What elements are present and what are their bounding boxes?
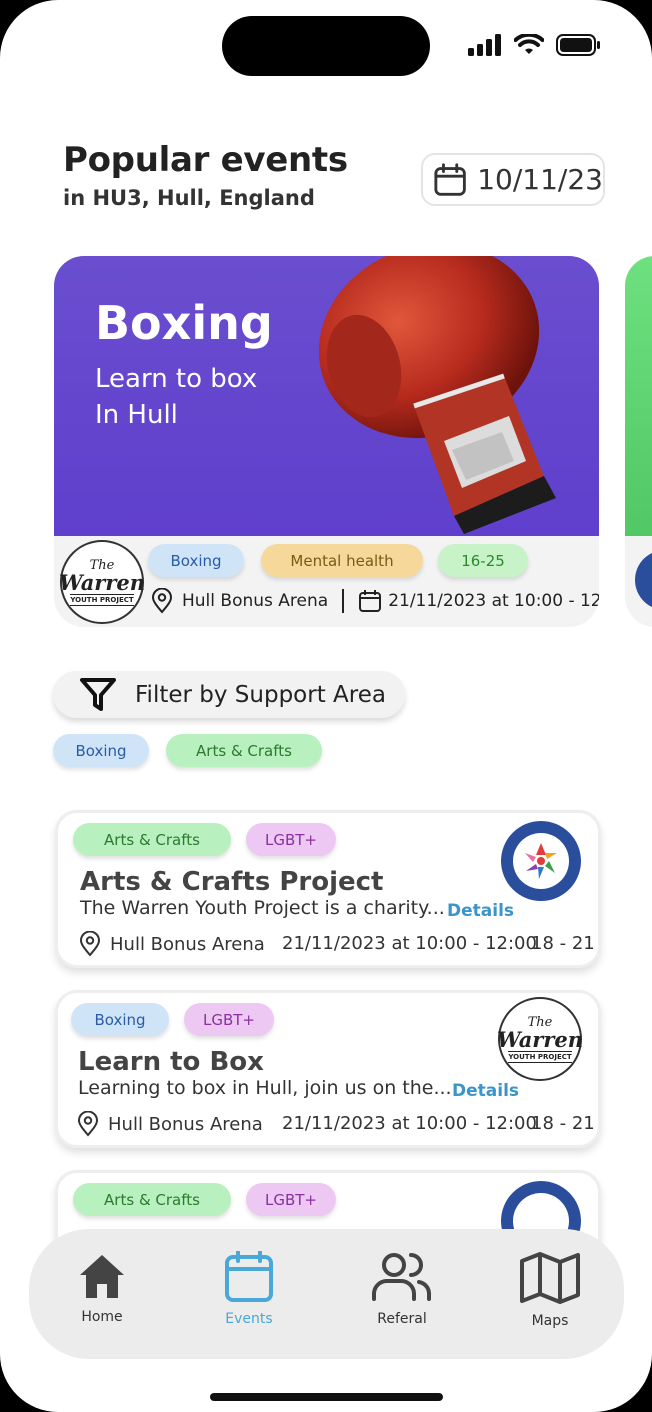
home-icon	[80, 1255, 124, 1298]
phone-screen: Popular events in HU3, Hull, England 10/…	[0, 0, 652, 1412]
status-bar	[468, 34, 602, 56]
tag-boxing[interactable]: Boxing	[148, 544, 244, 577]
event-age-range: 18 - 21	[531, 1113, 595, 1134]
calendar-small-icon	[359, 590, 382, 612]
peel-logo-people-icon	[525, 843, 557, 879]
event-location: Hull Bonus Arena	[78, 931, 265, 957]
event-description: Learning to box in Hull, join us on the.…	[78, 1077, 452, 1099]
filter-icon	[80, 677, 116, 711]
event-location: Hull Bonus Arena	[76, 1111, 263, 1137]
event-card[interactable]: Boxing LGBT+ Learn to Box Learning to bo…	[55, 990, 601, 1148]
tag-arts-crafts[interactable]: Arts & Crafts	[73, 823, 231, 856]
nav-maps[interactable]: Maps	[495, 1251, 605, 1329]
location-pin-icon	[79, 931, 101, 957]
tag-age-range[interactable]: 16-25	[438, 544, 528, 577]
filter-by-support-area-button[interactable]: Filter by Support Area	[53, 671, 405, 718]
filter-label: Filter by Support Area	[135, 681, 386, 708]
wifi-icon	[514, 34, 544, 54]
event-title: Learn to Box	[78, 1047, 264, 1077]
nav-home[interactable]: Home	[47, 1251, 157, 1325]
tag-lgbt[interactable]: LGBT+	[184, 1003, 274, 1036]
filter-chip-boxing[interactable]: Boxing	[53, 734, 149, 767]
next-featured-card-peek[interactable]	[625, 256, 652, 627]
event-age-range: 18 - 21	[531, 933, 595, 954]
location-pin-icon	[151, 588, 173, 614]
page-title: Popular events	[63, 140, 348, 180]
warren-youth-project-logo: The Warren YOUTH PROJECT	[497, 997, 583, 1081]
peel-project-logo	[501, 821, 581, 901]
details-link[interactable]: Details	[447, 901, 514, 921]
battery-icon	[556, 34, 600, 56]
calendar-icon	[434, 162, 466, 196]
peel-project-logo-peek	[635, 550, 652, 610]
filter-chip-arts-crafts[interactable]: Arts & Crafts	[166, 734, 322, 767]
nav-events-label: Events	[225, 1311, 273, 1327]
dynamic-island	[222, 16, 430, 76]
event-datetime: 21/11/2023 at 10:00 - 12:00	[282, 1113, 537, 1134]
featured-location: Hull Bonus Arena	[182, 591, 329, 611]
tag-lgbt[interactable]: LGBT+	[246, 1183, 336, 1216]
home-indicator[interactable]	[210, 1393, 443, 1401]
featured-event-card[interactable]: Boxing Learn to box In Hull The Warren Y…	[54, 256, 599, 627]
featured-title: Boxing	[95, 296, 273, 350]
nav-maps-label: Maps	[531, 1313, 569, 1329]
tag-mental-health[interactable]: Mental health	[261, 544, 423, 577]
event-card[interactable]: Arts & Crafts LGBT+ Arts & Crafts Projec…	[55, 810, 601, 968]
featured-info: The Warren YOUTH PROJECT Boxing Mental h…	[54, 536, 599, 627]
event-location-text: Hull Bonus Arena	[110, 933, 265, 955]
signal-icon	[468, 34, 501, 56]
details-link[interactable]: Details	[452, 1081, 519, 1101]
nav-events[interactable]: Events	[194, 1251, 304, 1327]
tag-lgbt[interactable]: LGBT+	[246, 823, 336, 856]
nav-home-label: Home	[81, 1309, 123, 1325]
featured-subtitle-line2: In Hull	[95, 400, 178, 430]
featured-subtitle-line1: Learn to box	[95, 364, 258, 394]
calendar-icon	[225, 1251, 273, 1302]
users-icon	[372, 1253, 431, 1301]
featured-subtitle: Learn to box In Hull	[95, 361, 257, 433]
event-title: Arts & Crafts Project	[80, 867, 384, 897]
featured-banner: Boxing Learn to box In Hull	[54, 256, 599, 536]
location-pin-icon	[77, 1111, 99, 1137]
tag-arts-crafts[interactable]: Arts & Crafts	[73, 1183, 231, 1216]
nav-referal-label: Referal	[377, 1311, 427, 1327]
map-icon	[520, 1252, 580, 1304]
meta-divider	[342, 589, 345, 613]
nav-referal[interactable]: Referal	[347, 1251, 457, 1327]
warren-youth-project-logo: The Warren YOUTH PROJECT	[59, 540, 145, 624]
next-card-banner	[625, 256, 652, 536]
featured-datetime: 21/11/2023 at 10:00 - 12:00	[388, 591, 599, 611]
boxing-glove-image	[318, 256, 556, 534]
bottom-navigation: Home Events Referal Maps	[29, 1229, 624, 1359]
tag-boxing[interactable]: Boxing	[71, 1003, 169, 1036]
featured-meta: Hull Bonus Arena 21/11/2023 at 10:00 - 1…	[150, 588, 599, 614]
date-picker-button[interactable]: 10/11/23	[421, 153, 605, 206]
date-value: 10/11/23	[477, 163, 603, 196]
event-location-text: Hull Bonus Arena	[108, 1113, 263, 1135]
location-subtitle: in HU3, Hull, England	[63, 186, 315, 210]
event-datetime: 21/11/2023 at 10:00 - 12:00	[282, 933, 537, 954]
event-description: The Warren Youth Project is a charity...	[80, 897, 445, 919]
